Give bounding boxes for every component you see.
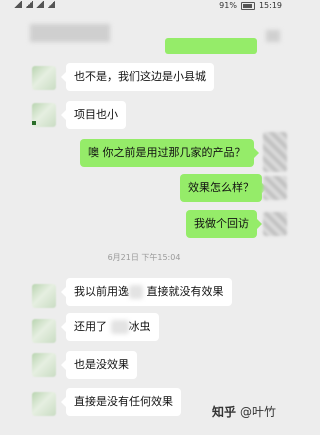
battery-percent: 91% (219, 1, 237, 10)
wifi-icon (47, 1, 55, 8)
redacted-text (110, 320, 129, 334)
partial-message-bubble[interactable] (165, 38, 257, 54)
avatar[interactable] (263, 212, 287, 236)
message-bubble[interactable]: 效果怎么样？ (180, 174, 267, 202)
message-bubble[interactable]: 项目也小 (61, 101, 126, 129)
more-icon[interactable] (266, 30, 280, 42)
message-bubble[interactable]: 也不是，我们这边是小县城 (61, 63, 214, 91)
avatar[interactable] (32, 353, 56, 377)
message-text: 还用了 (74, 320, 107, 333)
message-text: 冰虫 (128, 320, 151, 333)
message-timestamp: 6月21日 下午15:04 (107, 253, 181, 262)
watermark-author: @叶竹 (239, 405, 276, 419)
chat-title-redacted (30, 24, 110, 42)
avatar-mark (32, 121, 36, 125)
message-text: 直接就没有效果 (146, 285, 224, 298)
message-bubble[interactable]: 噢 你之前是用过那几家的产品？ (80, 139, 258, 167)
status-icons-right: 91% 15:19 (219, 1, 282, 10)
status-icons-left (14, 1, 55, 8)
message-bubble[interactable]: 还用了 冰虫 (61, 313, 159, 341)
clock: 15:19 (258, 1, 282, 10)
avatar[interactable] (32, 392, 56, 416)
battery-icon (240, 1, 255, 10)
avatar[interactable] (32, 319, 56, 343)
watermark: 知乎 @叶竹 (212, 403, 276, 420)
avatar[interactable] (263, 132, 287, 172)
message-text: 我以前用逸 (74, 285, 129, 298)
avatar[interactable] (263, 176, 287, 200)
signal-icon (36, 1, 44, 8)
message-bubble[interactable]: 我做个回访 (186, 210, 262, 238)
signal-icon (25, 1, 33, 8)
watermark-site: 知乎 (211, 405, 236, 419)
message-bubble[interactable]: 我以前用逸 直接就没有效果 (61, 278, 232, 306)
avatar[interactable] (32, 284, 56, 308)
redacted-text (129, 285, 143, 299)
notification-icon (14, 1, 22, 8)
avatar[interactable] (32, 66, 56, 90)
status-bar: 91% 15:19 (0, 0, 288, 14)
message-bubble[interactable]: 也是没效果 (61, 351, 137, 379)
message-bubble[interactable]: 直接是没有任何效果 (61, 388, 181, 416)
